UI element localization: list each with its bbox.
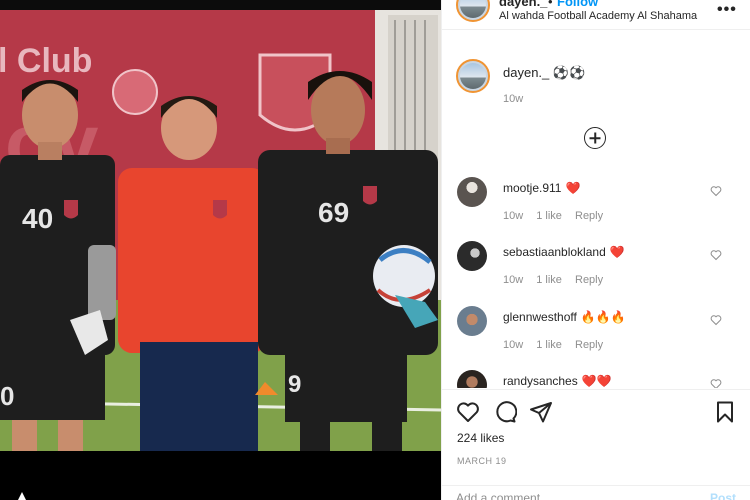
comment-avatar[interactable]	[457, 241, 487, 271]
author-username[interactable]: dayen._	[499, 0, 547, 9]
post-date: MARCH 19	[457, 456, 507, 466]
reply-button[interactable]: Reply	[575, 274, 603, 286]
add-comment-input[interactable]	[456, 491, 686, 500]
heart-emoji: ❤️	[565, 181, 581, 195]
caption-text: ⚽⚽	[552, 65, 586, 80]
share-send-icon[interactable]	[529, 400, 553, 424]
post-side-panel: dayen._ • Follow Al wahda Football Acade…	[441, 0, 750, 500]
banner-text: l Club	[0, 42, 92, 80]
header-separator: •	[548, 0, 553, 9]
like-comment-heart-icon[interactable]	[710, 314, 722, 326]
fire-emoji: 🔥🔥🔥	[580, 310, 626, 324]
comment-time: 10w	[503, 274, 524, 286]
comment-meta: 10w 1 like Reply	[503, 339, 613, 351]
comment-bubble-icon[interactable]	[493, 400, 517, 424]
author-avatar[interactable]	[456, 0, 490, 22]
shorts-number-left: 0	[0, 381, 14, 411]
caption-avatar[interactable]	[456, 59, 490, 93]
shorts-number-right: 9	[288, 371, 301, 398]
comment-text-line: randysanches ❤️❤️	[503, 374, 612, 388]
comment-time: 10w	[503, 339, 524, 351]
team-photo: l Club ov 40 0	[0, 10, 441, 451]
caption-line: dayen._ ⚽⚽	[503, 65, 585, 81]
like-heart-icon[interactable]	[456, 400, 480, 424]
post-comment-button[interactable]: Post	[710, 491, 736, 500]
like-comment-heart-icon[interactable]	[710, 185, 722, 197]
comment-likes[interactable]: 1 like	[536, 210, 562, 222]
reply-button[interactable]: Reply	[575, 339, 603, 351]
comment-username[interactable]: glennwesthoff	[503, 310, 577, 324]
likes-count[interactable]: 224 likes	[457, 431, 504, 445]
save-bookmark-icon[interactable]	[713, 400, 737, 424]
comment-time: 10w	[503, 210, 524, 222]
caption-time: 10w	[503, 93, 524, 105]
comment-username[interactable]: sebastiaanblokland	[503, 245, 606, 259]
post-header: dayen._ • Follow Al wahda Football Acade…	[442, 0, 750, 30]
comment-avatar[interactable]	[457, 177, 487, 207]
comments-list[interactable]: dayen._ ⚽⚽ 10w mootje.911 ❤️ 10w 1 like R…	[442, 31, 750, 388]
post-actions: 224 likes MARCH 19 Post	[442, 389, 750, 500]
comment-avatar[interactable]	[457, 306, 487, 336]
comment-text-line: mootje.911 ❤️	[503, 181, 580, 195]
comment-meta: 10w 1 like Reply	[503, 210, 613, 222]
load-more-comments-icon[interactable]	[584, 127, 606, 149]
post-image[interactable]: l Club ov 40 0	[0, 10, 441, 451]
comment-item: sebastiaanblokland ❤️ 10w 1 like Reply	[442, 241, 750, 305]
comment-item: randysanches ❤️❤️	[442, 370, 750, 388]
photo-bottom-bar	[0, 451, 441, 500]
caption-username[interactable]: dayen._	[503, 65, 549, 80]
follow-button[interactable]: Follow	[557, 0, 598, 9]
more-options-icon[interactable]: •••	[717, 1, 737, 19]
jersey-number-left: 40	[22, 203, 53, 234]
post-location[interactable]: Al wahda Football Academy Al Shahama	[499, 10, 697, 22]
reply-button[interactable]: Reply	[575, 210, 603, 222]
comment-avatar[interactable]	[457, 370, 487, 388]
comment-item: mootje.911 ❤️ 10w 1 like Reply	[442, 177, 750, 241]
post-modal: l Club ov 40 0	[0, 0, 750, 500]
add-comment-bar: Post	[442, 485, 750, 500]
post-photo-area: l Club ov 40 0	[0, 0, 441, 500]
comment-text-line: glennwesthoff 🔥🔥🔥	[503, 310, 626, 324]
jersey-number-right: 69	[318, 197, 349, 228]
comment-username[interactable]: mootje.911	[503, 181, 561, 195]
comment-likes[interactable]: 1 like	[536, 339, 562, 351]
heart-emoji: ❤️	[609, 245, 625, 259]
heart-emoji: ❤️❤️	[581, 374, 612, 388]
comment-likes[interactable]: 1 like	[536, 274, 562, 286]
like-comment-heart-icon[interactable]	[710, 378, 722, 388]
comment-text-line: sebastiaanblokland ❤️	[503, 245, 625, 259]
like-comment-heart-icon[interactable]	[710, 249, 722, 261]
comment-username[interactable]: randysanches	[503, 374, 578, 388]
comment-meta: 10w 1 like Reply	[503, 274, 613, 286]
comment-item: glennwesthoff 🔥🔥🔥 10w 1 like Reply	[442, 306, 750, 370]
